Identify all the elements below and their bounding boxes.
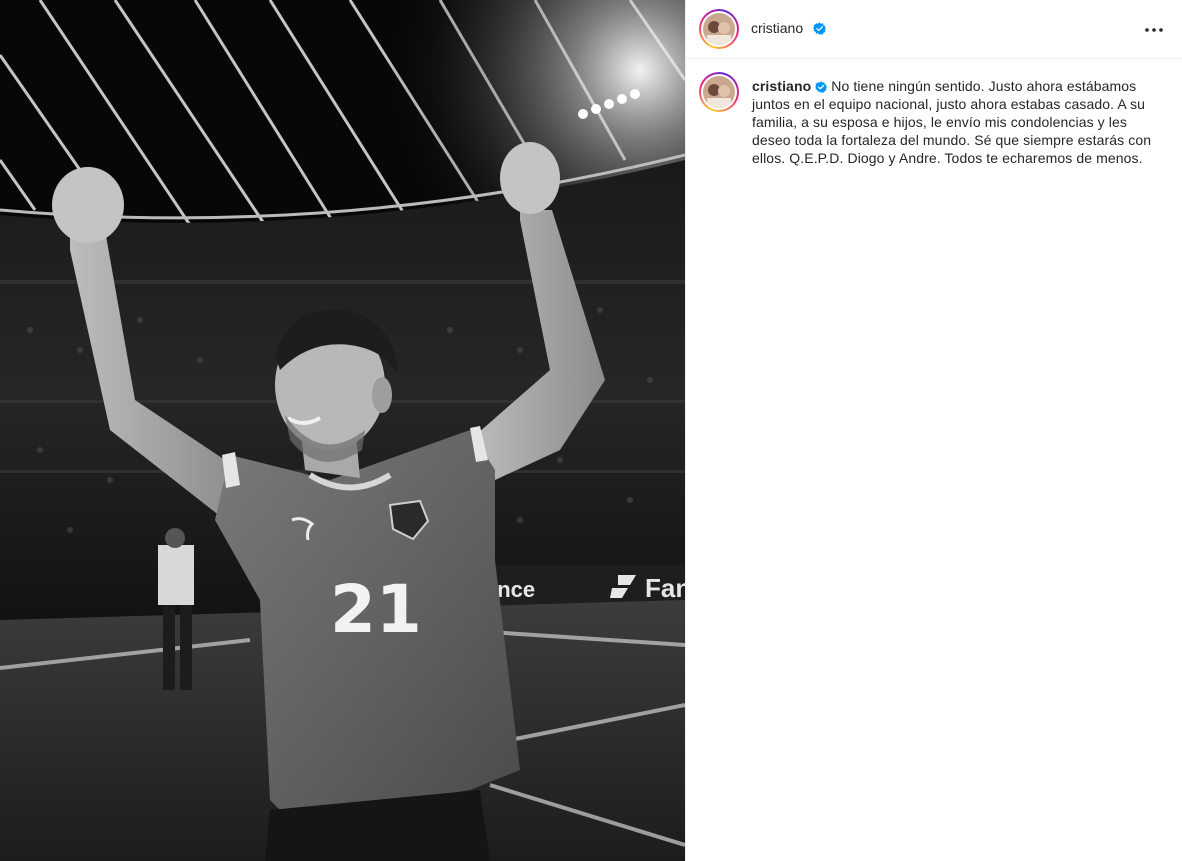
board-text: Fane [645,573,685,603]
caption-avatar[interactable] [699,72,739,112]
more-horizontal-icon [1145,28,1163,32]
avatar[interactable] [699,9,739,49]
jersey-number: 21 [330,571,422,648]
caption-username[interactable]: cristiano [752,78,811,94]
verified-badge-icon [813,22,826,35]
post-image: ance Fane [0,0,685,861]
post-sidebar: cristiano cristiano No tiene ningún sent… [685,0,1182,861]
post-photo[interactable]: ance Fane [0,0,685,861]
post-header: cristiano [686,0,1182,59]
caption: cristiano No tiene ningún sentido. Justo… [752,77,1166,167]
caption-body: No tiene ningún sentido. Justo ahora est… [752,78,1152,166]
more-options-button[interactable] [1142,18,1166,42]
verified-badge-icon [815,81,828,93]
header-username[interactable]: cristiano [751,20,803,36]
avatar-image [703,13,735,45]
avatar-image [703,76,735,108]
